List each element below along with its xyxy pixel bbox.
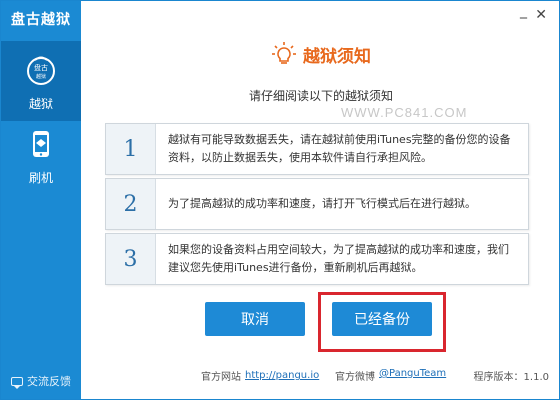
site-link[interactable]: http://pangu.io	[245, 370, 319, 381]
minimize-button[interactable]: _	[520, 3, 527, 19]
sidebar-item-flash[interactable]: 刷机	[1, 115, 81, 195]
notice-item: 2 为了提高越狱的成功率和速度，请打开飞行模式后在进行越狱。	[105, 178, 529, 230]
page-title: 越狱须知	[271, 41, 371, 67]
notice-number: 2	[106, 179, 156, 229]
subtitle: 请仔细阅读以下的越狱须知	[248, 89, 393, 103]
footer-weibo: 官方微博 @PanguTeam	[335, 368, 446, 383]
weibo-link[interactable]: @PanguTeam	[379, 368, 446, 383]
header: 越狱须知	[81, 41, 559, 71]
sidebar-item-jailbreak[interactable]: 盘古 越狱 越狱	[1, 41, 81, 121]
watermark: WWW.PC841.COM	[341, 105, 468, 120]
svg-text:盘古: 盘古	[34, 63, 48, 72]
highlight-annotation	[318, 292, 446, 352]
chat-bubble-icon	[11, 376, 23, 389]
footer-site: 官方网站 http://pangu.io	[201, 368, 319, 383]
notice-text: 如果您的设备资料占用空间较大，为了提高越狱的成功率和速度，我们建议您先使用iTu…	[168, 243, 509, 274]
app-window: 盘古越狱 盘古 越狱 越狱 刷机 交流反馈 _ ✕ 越狱须知 请仔细阅读以下的越…	[0, 0, 560, 400]
weibo-label: 官方微博	[335, 372, 375, 383]
sidebar-item-label: 刷机	[28, 171, 53, 185]
svg-text:越狱: 越狱	[36, 73, 46, 80]
notice-number: 3	[106, 234, 156, 284]
version-label: 程序版本：1.1.0	[473, 372, 549, 383]
cancel-button[interactable]: 取消	[205, 302, 305, 336]
notice-text: 为了提高越狱的成功率和速度，请打开飞行模式后在进行越狱。	[168, 197, 476, 210]
lightbulb-icon	[272, 42, 296, 64]
page-title-text: 越狱须知	[303, 46, 371, 67]
notice-number: 1	[106, 124, 156, 174]
sidebar: 盘古越狱 盘古 越狱 越狱 刷机 交流反馈	[1, 1, 81, 399]
app-title: 盘古越狱	[11, 12, 71, 28]
sidebar-item-label: 越狱	[28, 97, 53, 111]
pangu-logo-icon: 盘古 越狱	[27, 56, 55, 85]
feedback-link[interactable]: 交流反馈	[11, 373, 71, 389]
iphone-icon	[33, 131, 49, 157]
notice-item: 1 越狱有可能导致数据丢失，请在越狱前使用iTunes完整的备份您的设备资料，以…	[105, 123, 529, 175]
notice-item: 3 如果您的设备资料占用空间较大，为了提高越狱的成功率和速度，我们建议您先使用i…	[105, 233, 529, 285]
notice-text: 越狱有可能导致数据丢失，请在越狱前使用iTunes完整的备份您的设备资料，以防止…	[168, 133, 511, 164]
site-label: 官方网站	[201, 372, 241, 383]
feedback-label: 交流反馈	[27, 375, 71, 388]
close-button[interactable]: ✕	[535, 7, 547, 23]
